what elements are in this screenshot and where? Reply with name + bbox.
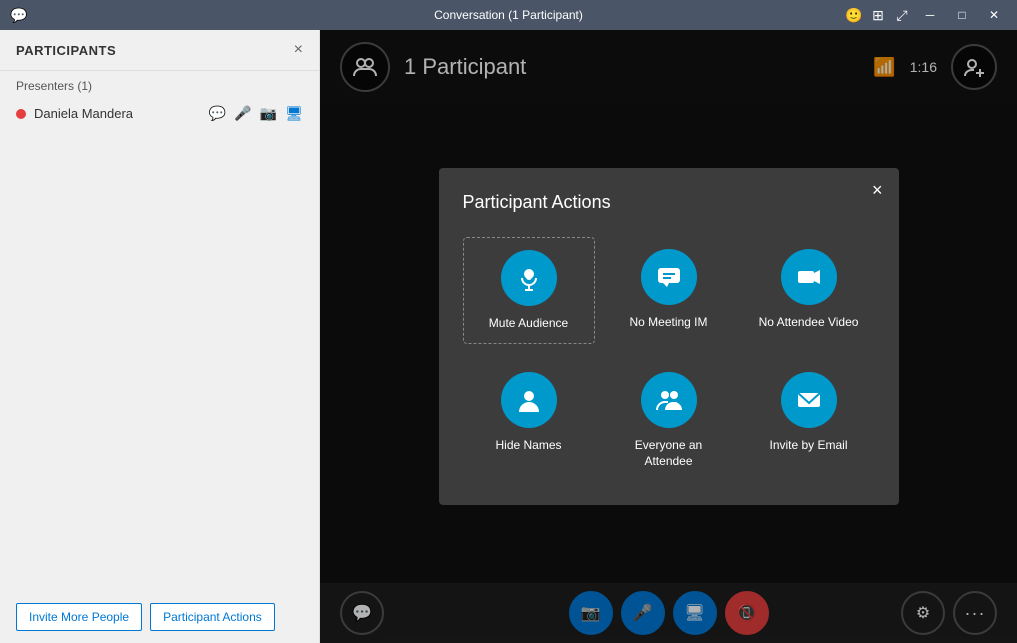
modal-overlay: Participant Actions × xyxy=(320,30,1017,643)
modal-title: Participant Actions xyxy=(463,192,875,213)
participant-row: Daniela Mandera 💬 🎤 📷 🖥 xyxy=(0,101,319,126)
participant-actions-button[interactable]: Participant Actions xyxy=(150,603,275,631)
modal-close-button[interactable]: × xyxy=(872,180,883,201)
invite-by-email-icon xyxy=(781,372,837,428)
screen-participant-icon[interactable]: 🖥 xyxy=(285,105,303,122)
participants-panel: PARTICIPANTS × Presenters (1) Daniela Ma… xyxy=(0,30,320,643)
mute-audience-label: Mute Audience xyxy=(489,316,568,332)
invite-more-people-button[interactable]: Invite More People xyxy=(16,603,142,631)
no-meeting-im-label: No Meeting IM xyxy=(629,315,707,331)
minimize-button[interactable]: ─ xyxy=(915,4,945,26)
no-attendee-video-action[interactable]: No Attendee Video xyxy=(743,237,875,345)
mute-audience-icon xyxy=(501,250,557,306)
grid-icon[interactable]: ⊞ xyxy=(867,4,889,26)
video-participant-icon[interactable]: 📷 xyxy=(260,105,277,122)
mic-participant-icon[interactable]: 🎤 xyxy=(234,105,251,122)
no-meeting-im-icon xyxy=(641,249,697,305)
panel-title: PARTICIPANTS xyxy=(16,43,116,58)
fullscreen-icon[interactable]: ⤢ xyxy=(891,4,913,26)
no-attendee-video-icon xyxy=(781,249,837,305)
panel-header: PARTICIPANTS × xyxy=(0,30,319,71)
hide-names-label: Hide Names xyxy=(495,438,561,454)
everyone-attendee-action[interactable]: Everyone an Attendee xyxy=(603,360,735,481)
presenters-label: Presenters (1) xyxy=(0,71,319,101)
emoji-icon[interactable]: 🙂 xyxy=(843,4,865,26)
everyone-attendee-icon xyxy=(641,372,697,428)
window-title: Conversation (1 Participant) xyxy=(434,8,583,22)
chat-participant-icon[interactable]: 💬 xyxy=(209,105,226,122)
participant-name: Daniela Mandera xyxy=(34,106,201,121)
panel-close-button[interactable]: × xyxy=(294,42,303,58)
maximize-button[interactable]: □ xyxy=(947,4,977,26)
panel-footer: Invite More People Participant Actions xyxy=(0,591,319,643)
hide-names-icon xyxy=(501,372,557,428)
close-button[interactable]: ✕ xyxy=(979,4,1009,26)
no-attendee-video-label: No Attendee Video xyxy=(759,315,859,331)
chat-icon: 💬 xyxy=(8,4,30,26)
no-meeting-im-action[interactable]: No Meeting IM xyxy=(603,237,735,345)
invite-by-email-action[interactable]: Invite by Email xyxy=(743,360,875,481)
main-layout: PARTICIPANTS × Presenters (1) Daniela Ma… xyxy=(0,30,1017,643)
mute-audience-action[interactable]: Mute Audience xyxy=(463,237,595,345)
participant-status-dot xyxy=(16,109,26,119)
modal-actions-grid: Mute Audience No Meeting IM xyxy=(463,237,875,482)
video-panel: 1 Participant 📶 1:16 💬 xyxy=(320,30,1017,643)
participant-actions-modal: Participant Actions × xyxy=(439,168,899,506)
participant-action-icons: 💬 🎤 📷 🖥 xyxy=(209,105,303,122)
everyone-attendee-label: Everyone an Attendee xyxy=(611,438,727,469)
titlebar: 💬 Conversation (1 Participant) 🙂 ⊞ ⤢ ─ □… xyxy=(0,0,1017,30)
hide-names-action[interactable]: Hide Names xyxy=(463,360,595,481)
invite-by-email-label: Invite by Email xyxy=(769,438,847,454)
